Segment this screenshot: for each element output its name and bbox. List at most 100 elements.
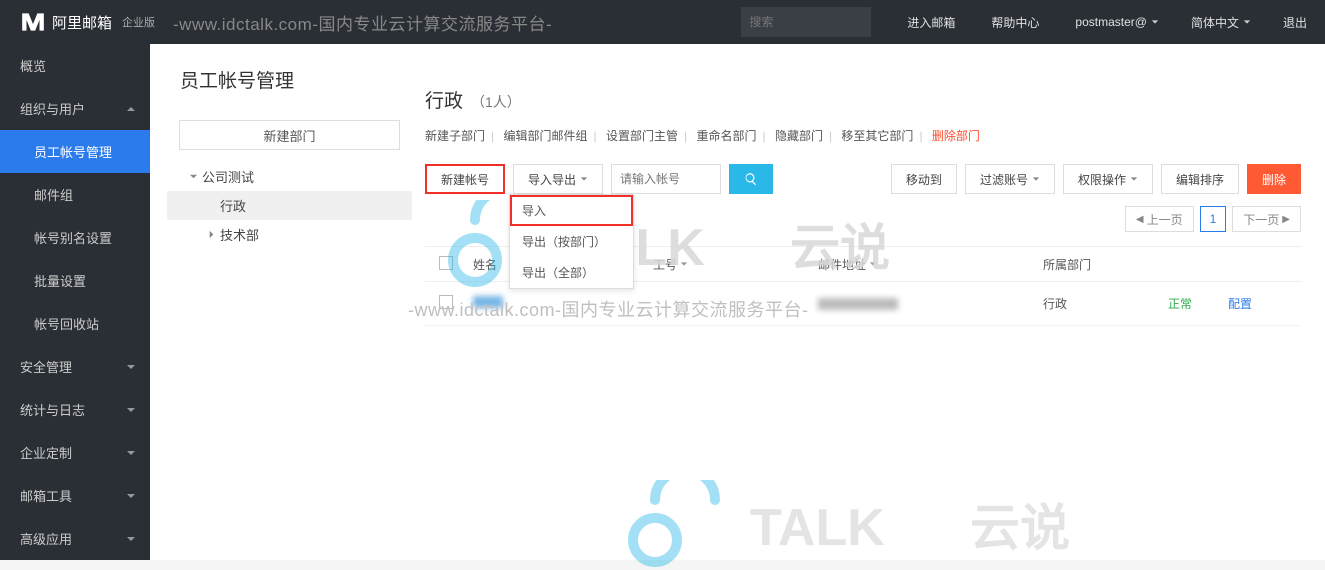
chevron-down-icon <box>580 175 588 183</box>
sidebar-item-security[interactable]: 安全管理 <box>0 345 150 388</box>
prev-page-button[interactable]: ◀上一页 <box>1125 206 1194 232</box>
sidebar-item-recycle[interactable]: 帐号回收站 <box>0 302 150 345</box>
row-configure-link[interactable]: 配置 <box>1222 295 1272 312</box>
page-title: 员工帐号管理 <box>180 66 294 93</box>
row-mail <box>812 298 1037 310</box>
chevron-down-icon <box>1151 18 1159 26</box>
select-all-checkbox[interactable] <box>439 256 453 270</box>
header-employee-no[interactable]: 工号 <box>647 256 812 273</box>
sidebar-item-org[interactable]: 组织与用户 <box>0 87 150 130</box>
sidebar-item-batch[interactable]: 批量设置 <box>0 259 150 302</box>
move-to-button[interactable]: 移动到 <box>891 164 957 194</box>
tree-node-root[interactable]: 公司测试 <box>167 162 412 191</box>
sidebar-item-label: 统计与日志 <box>20 400 85 419</box>
sidebar-item-overview[interactable]: 概览 <box>0 44 150 87</box>
header-no-label: 工号 <box>653 256 677 273</box>
tree-node-admin[interactable]: 行政 <box>167 191 412 220</box>
header-checkbox-cell <box>425 256 467 273</box>
next-page-button[interactable]: 下一页▶ <box>1232 206 1301 232</box>
account-search-input[interactable] <box>611 164 721 194</box>
tree-node-tech[interactable]: 技术部 <box>167 220 412 249</box>
sidebar-item-account-management[interactable]: 员工帐号管理 <box>0 130 150 173</box>
header-right: 进入邮箱 帮助中心 postmaster@ 简体中文 退出 <box>741 7 1325 37</box>
sidebar-item-label: 邮箱工具 <box>20 486 72 505</box>
chevron-down-icon <box>126 491 136 501</box>
filter-account-button[interactable]: 过滤账号 <box>965 164 1055 194</box>
action-new-sub[interactable]: 新建子部门 <box>425 129 485 143</box>
chevron-down-icon <box>126 534 136 544</box>
menu-item-import[interactable]: 导入 <box>510 195 633 226</box>
logo-text: 阿里邮箱 <box>52 12 112 33</box>
permission-label: 权限操作 <box>1078 171 1126 188</box>
global-search[interactable] <box>741 7 871 37</box>
next-label: 下一页 <box>1243 211 1279 228</box>
logo-subtitle: 企业版 <box>122 14 155 30</box>
action-edit-group[interactable]: 编辑部门邮件组 <box>503 129 587 143</box>
sidebar-item-label: 企业定制 <box>20 443 72 462</box>
import-export-menu: 导入 导出（按部门） 导出（全部） <box>509 194 634 289</box>
language-label: 简体中文 <box>1191 14 1239 31</box>
tree-node-label: 行政 <box>220 196 246 215</box>
header-mail[interactable]: 邮件地址 <box>812 256 1037 273</box>
action-hide[interactable]: 隐藏部门 <box>775 129 823 143</box>
triangle-down-icon <box>189 172 198 181</box>
import-export-button[interactable]: 导入导出 <box>513 164 603 194</box>
watermark-header: -www.idctalk.com-国内专业云计算交流服务平台- <box>165 10 741 35</box>
language-select[interactable]: 简体中文 <box>1177 14 1265 31</box>
action-move[interactable]: 移至其它部门 <box>841 129 913 143</box>
row-status: 正常 <box>1162 295 1222 312</box>
account-search-button[interactable] <box>729 164 773 194</box>
permission-button[interactable]: 权限操作 <box>1063 164 1153 194</box>
department-name: 行政 <box>425 86 463 113</box>
top-header: 阿里邮箱 企业版 -www.idctalk.com-国内专业云计算交流服务平台-… <box>0 0 1325 44</box>
department-tree-panel: 新建部门 公司测试 行政 技术部 <box>167 108 412 548</box>
sidebar-item-label: 安全管理 <box>20 357 72 376</box>
new-department-button[interactable]: 新建部门 <box>179 120 400 150</box>
action-rename[interactable]: 重命名部门 <box>696 129 756 143</box>
left-sidebar: 概览 组织与用户 员工帐号管理 邮件组 帐号别名设置 批量设置 帐号回收站 安全… <box>0 44 150 560</box>
delete-button[interactable]: 删除 <box>1247 164 1301 194</box>
sidebar-item-custom[interactable]: 企业定制 <box>0 431 150 474</box>
header-mail-label: 邮件地址 <box>818 256 866 273</box>
row-checkbox-cell <box>425 295 467 312</box>
chevron-down-icon <box>126 448 136 458</box>
sidebar-item-alias[interactable]: 帐号别名设置 <box>0 216 150 259</box>
global-search-input[interactable] <box>749 15 904 29</box>
import-export-label: 导入导出 <box>528 171 576 188</box>
department-count: （1人） <box>471 92 521 112</box>
sidebar-item-tools[interactable]: 邮箱工具 <box>0 474 150 517</box>
sidebar-item-advanced[interactable]: 高级应用 <box>0 517 150 560</box>
filter-label: 过滤账号 <box>980 171 1028 188</box>
enter-mailbox-link[interactable]: 进入邮箱 <box>889 14 973 31</box>
edit-sort-button[interactable]: 编辑排序 <box>1161 164 1239 194</box>
row-name <box>467 296 647 311</box>
sort-icon <box>869 260 877 268</box>
page-number-button[interactable]: 1 <box>1200 206 1227 232</box>
menu-item-export-dept[interactable]: 导出（按部门） <box>510 226 633 257</box>
user-menu[interactable]: postmaster@ <box>1057 15 1177 29</box>
sort-icon <box>680 260 688 268</box>
row-department: 行政 <box>1037 295 1162 312</box>
triangle-right-icon <box>207 230 216 239</box>
logout-link[interactable]: 退出 <box>1265 14 1325 31</box>
redacted-mail <box>818 298 898 310</box>
menu-item-export-all[interactable]: 导出（全部） <box>510 257 633 288</box>
row-checkbox[interactable] <box>439 295 453 309</box>
sidebar-item-mail-group[interactable]: 邮件组 <box>0 173 150 216</box>
chevron-up-icon <box>126 104 136 114</box>
chevron-down-icon <box>1130 175 1138 183</box>
content-area: 行政 （1人） 新建子部门| 编辑部门邮件组| 设置部门主管| 重命名部门| 隐… <box>425 86 1301 326</box>
header-department: 所属部门 <box>1037 256 1162 273</box>
action-set-manager[interactable]: 设置部门主管 <box>606 129 678 143</box>
tree-node-label: 公司测试 <box>202 167 254 186</box>
new-account-button[interactable]: 新建帐号 <box>425 164 505 194</box>
help-center-link[interactable]: 帮助中心 <box>973 14 1057 31</box>
department-header: 行政 （1人） <box>425 86 1301 113</box>
sidebar-item-label: 高级应用 <box>20 529 72 548</box>
toolbar: 新建帐号 导入导出 移动到 过滤账号 权限操作 编辑排序 删除 导入 导出（按部… <box>425 164 1301 194</box>
sidebar-item-label: 组织与用户 <box>20 99 85 118</box>
redacted-name <box>473 296 503 308</box>
action-delete-department[interactable]: 删除部门 <box>932 129 980 143</box>
logo-area: 阿里邮箱 企业版 <box>0 9 165 35</box>
sidebar-item-stats[interactable]: 统计与日志 <box>0 388 150 431</box>
